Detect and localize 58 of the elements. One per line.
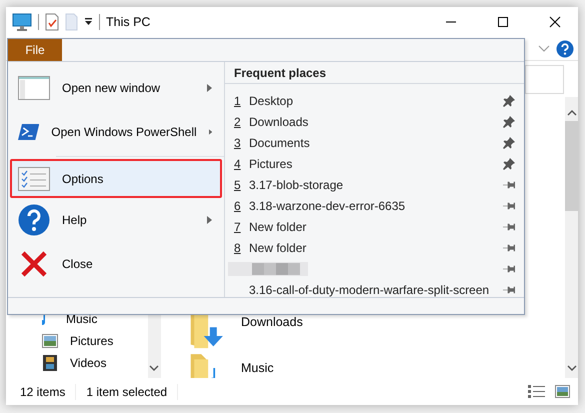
file-tab[interactable]: File: [8, 39, 62, 61]
checklist-icon: [18, 166, 50, 190]
scroll-up-icon[interactable]: [566, 109, 576, 117]
menu-item[interactable]: Open new window: [10, 66, 222, 110]
frequent-place[interactable]: 1 Desktop: [225, 90, 524, 111]
scroll-down-icon[interactable]: [149, 364, 159, 372]
access-number: 2: [234, 114, 242, 128]
unpinned-pin-icon[interactable]: [503, 286, 515, 294]
menu-item[interactable]: Help: [10, 198, 222, 242]
unpinned-pin-icon[interactable]: [503, 180, 515, 188]
picture-icon: [42, 334, 58, 348]
window-icon: [18, 76, 50, 100]
unpinned-pin-icon[interactable]: [503, 202, 515, 210]
frequent-place[interactable]: 3 Documents: [225, 132, 524, 153]
help-icon[interactable]: [556, 40, 574, 58]
unpinned-pin-icon[interactable]: [503, 244, 515, 252]
frequent-place[interactable]: 6 3.18-warzone-dev-error-6635: [225, 195, 524, 216]
unpinned-pin-icon[interactable]: [503, 264, 515, 272]
search-field[interactable]: [525, 64, 564, 94]
dropdown-icon[interactable]: [84, 18, 93, 26]
large-icons-view-icon[interactable]: [555, 385, 570, 398]
item-count: 12 items: [20, 384, 66, 398]
access-number: 4: [234, 156, 242, 170]
pushpin-icon[interactable]: [503, 94, 515, 106]
frequent-place[interactable]: 3.16-call-of-duty-modern-warfare-split-screen: [225, 279, 524, 300]
frequent-place[interactable]: 8 New folder: [225, 237, 524, 258]
access-number: 6: [234, 198, 242, 212]
frequent-place[interactable]: 2 Downloads: [225, 111, 524, 132]
menu-item[interactable]: Open Windows PowerShell: [10, 110, 222, 154]
computer-icon[interactable]: [12, 13, 32, 31]
nav-item[interactable]: Videos: [38, 352, 148, 374]
frequent-place[interactable]: 5 3.17-blob-storage: [225, 174, 524, 195]
pushpin-icon[interactable]: [503, 136, 515, 148]
pushpin-icon[interactable]: [503, 116, 515, 128]
window-title: This PC: [106, 15, 150, 29]
film-icon: [42, 355, 58, 371]
access-number: 3: [234, 136, 242, 150]
scroll-down-icon[interactable]: [566, 364, 576, 372]
nav-item[interactable]: Music: [38, 308, 148, 330]
folder-item[interactable]: Music: [189, 352, 565, 378]
section-heading: Frequent places: [225, 62, 524, 84]
access-number: 5: [234, 178, 242, 192]
nav-item[interactable]: Pictures: [38, 330, 148, 352]
help-icon: [18, 204, 50, 236]
access-number: 7: [234, 220, 242, 234]
selection-status: 1 item selected: [86, 384, 168, 398]
menu-item[interactable]: Close: [10, 242, 222, 286]
access-number: 8: [234, 240, 242, 254]
details-view-icon[interactable]: [528, 384, 545, 399]
scrollbar-thumb[interactable]: [565, 121, 578, 211]
menu-item[interactable]: Options: [10, 159, 222, 198]
unpinned-pin-icon[interactable]: [503, 222, 515, 230]
chevron-down-icon[interactable]: [538, 44, 550, 52]
frequent-place[interactable]: 4 Pictures: [225, 153, 524, 174]
properties-icon[interactable]: [45, 13, 59, 31]
frequent-place[interactable]: 7 New folder: [225, 216, 524, 237]
access-number: 1: [234, 94, 242, 108]
pushpin-icon[interactable]: [503, 158, 515, 170]
